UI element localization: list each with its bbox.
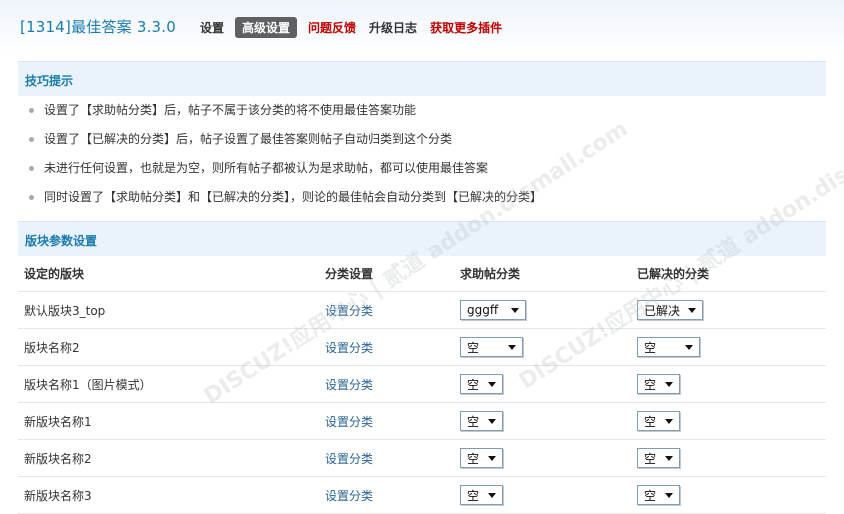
forum-settings-header: 版块参数设置 xyxy=(18,221,826,256)
help-type-select[interactable]: 空 xyxy=(460,337,523,357)
select-value: 空 xyxy=(467,414,480,429)
chevron-down-icon xyxy=(665,492,673,498)
tip-item: 设置了【求助帖分类】后，帖子不属于该分类的将不使用最佳答案功能 xyxy=(24,96,542,125)
chevron-down-icon xyxy=(511,307,519,313)
set-type-link[interactable]: 设置分类 xyxy=(325,415,373,429)
forum-name: 默认版块3_top xyxy=(18,291,319,329)
help-type-select[interactable]: 空 xyxy=(460,374,503,394)
table-row: 版块名称2 设置分类 空 空 xyxy=(18,328,826,366)
top-nav: 设置 高级设置 问题反馈 升级日志 获取更多插件 xyxy=(200,17,515,38)
forum-name: 新版块名称1 xyxy=(18,402,319,440)
chevron-down-icon xyxy=(488,455,496,461)
set-type-link[interactable]: 设置分类 xyxy=(325,378,373,392)
solved-type-select[interactable]: 空 xyxy=(637,448,680,468)
forum-name: 新版块名称2 xyxy=(18,439,319,477)
tips-list: 设置了【求助帖分类】后，帖子不属于该分类的将不使用最佳答案功能 设置了【已解决的… xyxy=(24,96,542,212)
nav-settings[interactable]: 设置 xyxy=(200,19,224,36)
select-value: 空 xyxy=(467,340,480,355)
nav-more-plugins[interactable]: 获取更多插件 xyxy=(430,19,502,36)
tip-text: 设置了【已解决的分类】后，帖子设置了最佳答案则帖子自动归类到这个分类 xyxy=(44,132,453,146)
tip-item: 未进行任何设置，也就是为空，则所有帖子都被认为是求助帖，都可以使用最佳答案 xyxy=(24,154,542,183)
select-value: 空 xyxy=(644,414,657,429)
select-value: 空 xyxy=(467,488,480,503)
forum-settings-title: 版块参数设置 xyxy=(25,234,98,248)
table-row: 默认版块3_top 设置分类 gggff 已解决 xyxy=(18,291,826,329)
app-title: [1314]最佳答案 3.3.0 xyxy=(20,18,177,36)
tip-text: 未进行任何设置，也就是为空，则所有帖子都被认为是求助帖，都可以使用最佳答案 xyxy=(44,161,489,175)
forum-name: 版块名称1（图片模式） xyxy=(18,365,319,403)
chevron-down-icon xyxy=(488,381,496,387)
chevron-down-icon xyxy=(688,307,696,313)
tip-text: 设置了【求助帖分类】后，帖子不属于该分类的将不使用最佳答案功能 xyxy=(44,103,417,117)
set-type-link[interactable]: 设置分类 xyxy=(325,452,373,466)
col-help-type: 求助帖分类 xyxy=(454,256,631,292)
col-type-setting: 分类设置 xyxy=(319,256,454,292)
nav-advanced-settings[interactable]: 高级设置 xyxy=(235,17,298,38)
forum-settings-table: 设定的版块 分类设置 求助帖分类 已解决的分类 默认版块3_top 设置分类 g… xyxy=(18,256,826,514)
select-value: 空 xyxy=(467,451,480,466)
set-type-link[interactable]: 设置分类 xyxy=(325,304,373,318)
forum-name: 新版块名称3 xyxy=(18,476,319,514)
tips-title: 技巧提示 xyxy=(25,74,74,88)
bullet-icon xyxy=(29,108,34,113)
table-row: 新版块名称1 设置分类 空 空 xyxy=(18,402,826,440)
select-value: 空 xyxy=(644,451,657,466)
select-value: 已解决 xyxy=(644,303,681,318)
set-type-link[interactable]: 设置分类 xyxy=(325,489,373,503)
solved-type-select[interactable]: 空 xyxy=(637,485,680,505)
col-forum: 设定的版块 xyxy=(18,256,319,292)
help-type-select[interactable]: 空 xyxy=(460,411,503,431)
tips-header: 技巧提示 xyxy=(18,61,826,96)
nav-changelog[interactable]: 升级日志 xyxy=(369,19,417,36)
table-header-row: 设定的版块 分类设置 求助帖分类 已解决的分类 xyxy=(18,256,826,292)
table-row: 新版块名称3 设置分类 空 空 xyxy=(18,476,826,514)
chevron-down-icon xyxy=(685,344,693,350)
bullet-icon xyxy=(29,166,34,171)
solved-type-select[interactable]: 空 xyxy=(637,374,680,394)
tip-item: 设置了【已解决的分类】后，帖子设置了最佳答案则帖子自动归类到这个分类 xyxy=(24,125,542,154)
solved-type-select[interactable]: 已解决 xyxy=(637,300,703,320)
col-solved-type: 已解决的分类 xyxy=(631,256,826,292)
chevron-down-icon xyxy=(488,492,496,498)
help-type-select[interactable]: 空 xyxy=(460,485,503,505)
chevron-down-icon xyxy=(665,381,673,387)
bullet-icon xyxy=(29,195,34,200)
help-type-select[interactable]: 空 xyxy=(460,448,503,468)
set-type-link[interactable]: 设置分类 xyxy=(325,341,373,355)
table-row: 版块名称1（图片模式） 设置分类 空 空 xyxy=(18,365,826,403)
forum-name: 版块名称2 xyxy=(18,328,319,366)
tip-text: 同时设置了【求助帖分类】和【已解决的分类】，则论的最佳帖会自动分类到【已解决的分… xyxy=(44,190,543,204)
select-value: 空 xyxy=(644,340,657,355)
solved-type-select[interactable]: 空 xyxy=(637,411,680,431)
select-value: 空 xyxy=(644,377,657,392)
solved-type-select[interactable]: 空 xyxy=(637,337,700,357)
chevron-down-icon xyxy=(665,455,673,461)
chevron-down-icon xyxy=(488,418,496,424)
select-value: gggff xyxy=(467,303,499,317)
bullet-icon xyxy=(29,137,34,142)
nav-feedback[interactable]: 问题反馈 xyxy=(308,19,356,36)
chevron-down-icon xyxy=(665,418,673,424)
select-value: 空 xyxy=(644,488,657,503)
select-value: 空 xyxy=(467,377,480,392)
chevron-down-icon xyxy=(508,344,516,350)
table-row: 新版块名称2 设置分类 空 空 xyxy=(18,439,826,477)
help-type-select[interactable]: gggff xyxy=(460,300,526,320)
tip-item: 同时设置了【求助帖分类】和【已解决的分类】，则论的最佳帖会自动分类到【已解决的分… xyxy=(24,183,542,212)
